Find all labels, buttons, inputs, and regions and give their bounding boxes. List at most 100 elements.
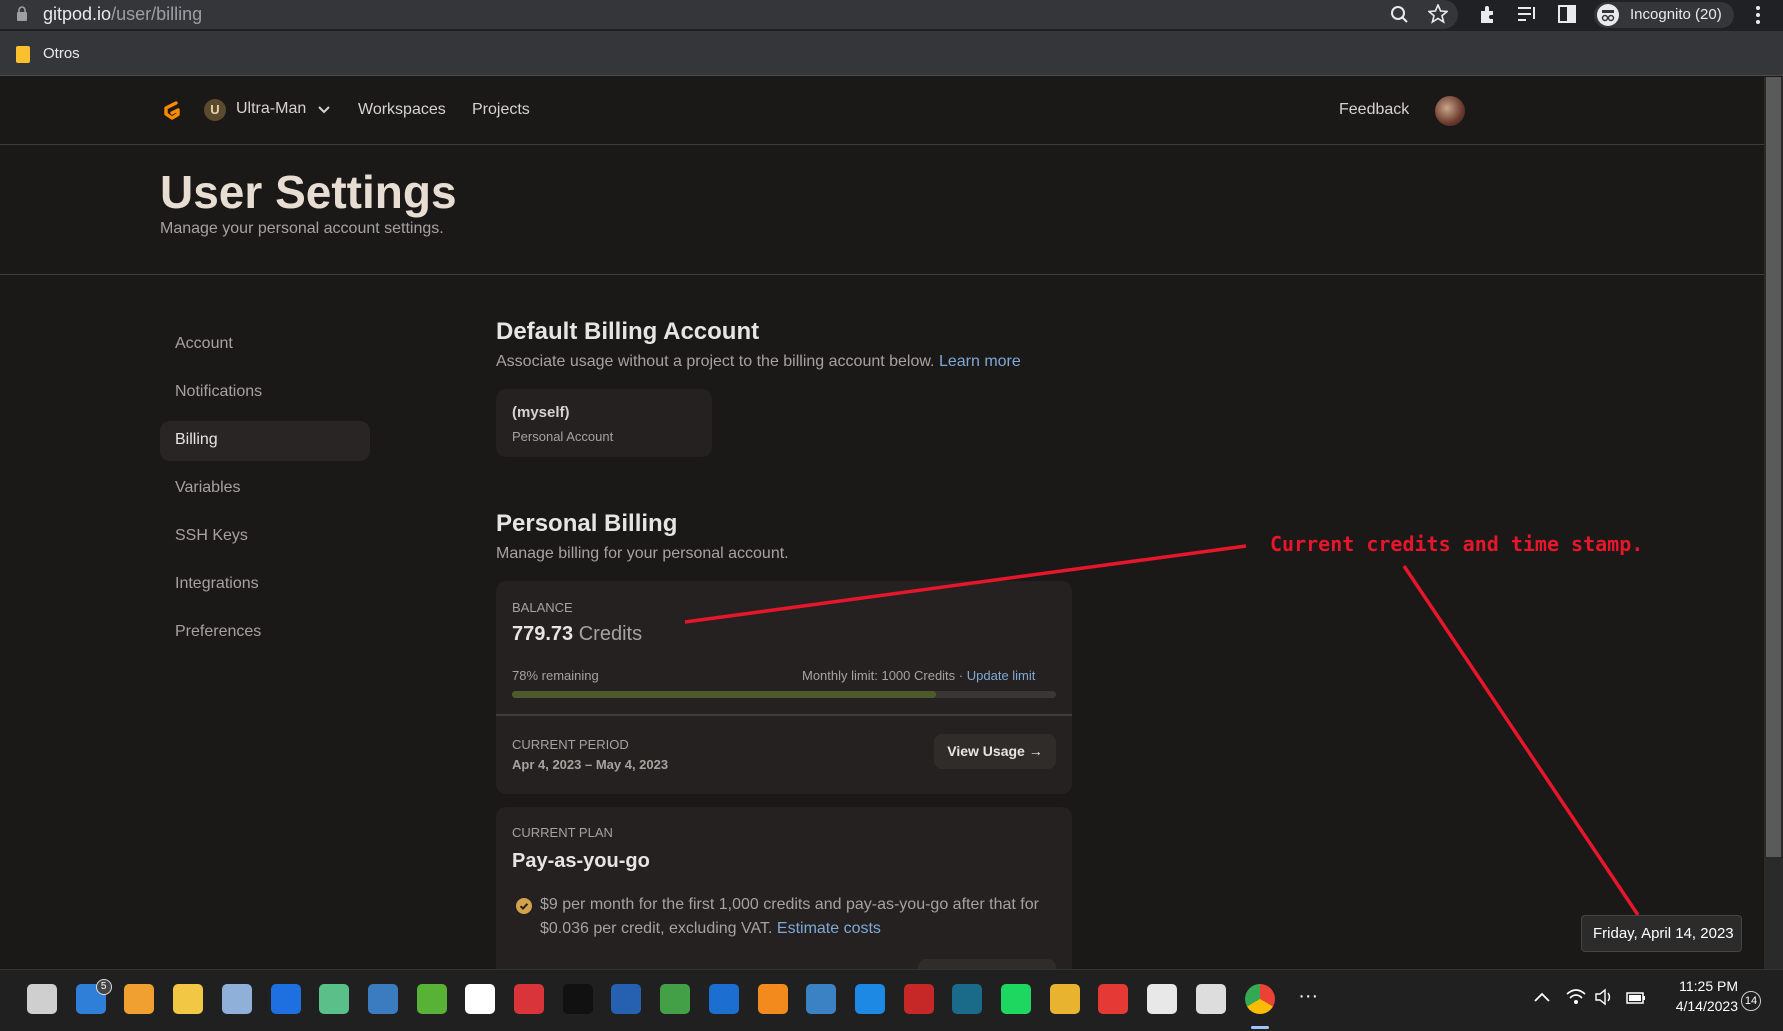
sidebar-item-notifications[interactable]: Notifications bbox=[160, 373, 370, 413]
task-view-icon[interactable] bbox=[27, 984, 57, 1014]
notification-count-badge[interactable]: 14 bbox=[1741, 991, 1761, 1011]
sidebar-item-integrations[interactable]: Integrations bbox=[160, 565, 370, 605]
wifi-icon[interactable] bbox=[1565, 987, 1587, 1007]
page-scrollbar[interactable] bbox=[1764, 77, 1783, 969]
date-tooltip: Friday, April 14, 2023 bbox=[1581, 915, 1742, 952]
more-icon[interactable]: ··· bbox=[1293, 984, 1324, 1014]
chevron-up-icon[interactable] bbox=[1534, 992, 1550, 1002]
page-title: User Settings bbox=[160, 166, 457, 218]
balance-display: 779.73 Credits bbox=[512, 623, 642, 646]
page-subtitle: Manage your personal account settings. bbox=[160, 220, 444, 237]
remote-desktop-icon[interactable] bbox=[124, 984, 155, 1014]
clock-time: 11:25 PM bbox=[1679, 978, 1738, 994]
billing-account-type: Personal Account bbox=[512, 429, 614, 444]
plan-description-line2-text: $0.036 per credit, excluding VAT. bbox=[540, 920, 773, 937]
address-bar[interactable]: gitpod.io/user/billing bbox=[0, 0, 1458, 29]
incognito-icon bbox=[1597, 4, 1619, 26]
terminal-icon[interactable] bbox=[562, 984, 593, 1014]
learn-more-link[interactable]: Learn more bbox=[939, 353, 1021, 370]
git-icon[interactable] bbox=[1098, 984, 1129, 1014]
org-avatar: U bbox=[204, 99, 226, 121]
scrollbar-thumb[interactable] bbox=[1766, 77, 1781, 857]
plan-name: Pay-as-you-go bbox=[512, 850, 650, 872]
gitpod-app: U Ultra-Man Workspaces Projects Feedback… bbox=[0, 77, 1764, 977]
sidebar-item-ssh-keys[interactable]: SSH Keys bbox=[160, 517, 370, 557]
winamp-icon[interactable] bbox=[1049, 984, 1080, 1014]
taskbar-clock[interactable]: 11:25 PM 4/14/2023 bbox=[1660, 978, 1738, 1014]
page-header: User Settings Manage your personal accou… bbox=[0, 145, 1764, 275]
remaining-text: 78% remaining bbox=[512, 668, 599, 683]
update-limit-link[interactable]: Update limit bbox=[967, 668, 1036, 683]
photos-icon[interactable] bbox=[221, 984, 252, 1014]
edge-dev-icon[interactable] bbox=[806, 984, 837, 1014]
sidebar-item-label: Preferences bbox=[175, 623, 262, 640]
period-label: CURRENT PERIOD bbox=[512, 737, 629, 752]
file-explorer-icon[interactable] bbox=[173, 984, 204, 1014]
intellij-icon[interactable] bbox=[952, 984, 983, 1014]
extensions-icon[interactable] bbox=[1477, 4, 1497, 24]
shark-icon[interactable] bbox=[708, 984, 739, 1014]
sidebar-item-preferences[interactable]: Preferences bbox=[160, 613, 370, 653]
org-name: Ultra-Man bbox=[236, 100, 307, 117]
profile-button[interactable]: Incognito (20) bbox=[1594, 2, 1734, 28]
sidebar-item-label: Billing bbox=[175, 431, 218, 448]
sidebar-item-billing[interactable]: Billing bbox=[160, 421, 370, 461]
sidebar-item-account[interactable]: Account bbox=[160, 325, 370, 365]
url-path: /user/billing bbox=[111, 4, 203, 24]
user-avatar[interactable] bbox=[1435, 96, 1465, 126]
sidebar-item-label: Notifications bbox=[175, 383, 263, 400]
nordvpn-icon[interactable] bbox=[465, 984, 496, 1014]
url-host: gitpod.io bbox=[43, 4, 112, 24]
nav-link-projects[interactable]: Projects bbox=[472, 101, 530, 119]
vim-icon[interactable] bbox=[660, 984, 691, 1014]
python-icon[interactable] bbox=[367, 984, 398, 1014]
billing-account-card[interactable]: (myself) Personal Account bbox=[496, 389, 712, 457]
atom-icon[interactable] bbox=[319, 984, 350, 1014]
default-billing-description: Associate usage without a project to the… bbox=[496, 353, 1021, 371]
chrome-menu-icon[interactable] bbox=[1755, 5, 1761, 25]
credits-progress-fill bbox=[512, 691, 937, 698]
default-billing-heading: Default Billing Account bbox=[496, 318, 760, 345]
bookmark-star-icon[interactable] bbox=[1428, 4, 1448, 24]
sidebar-item-label: Variables bbox=[175, 479, 241, 496]
nav-link-workspaces[interactable]: Workspaces bbox=[358, 101, 446, 119]
filezilla-icon[interactable] bbox=[903, 984, 934, 1014]
view-usage-button[interactable]: View Usage → bbox=[934, 734, 1056, 769]
monthly-limit-row: Monthly limit: 1000 Credits · Update lim… bbox=[802, 668, 1035, 683]
balance-value: 779.73 bbox=[512, 623, 574, 645]
clock-date: 4/14/2023 bbox=[1675, 998, 1738, 1014]
side-panel-icon[interactable] bbox=[1558, 5, 1576, 23]
sidebar-item-label: Integrations bbox=[175, 575, 259, 592]
zoom-icon[interactable] bbox=[1390, 5, 1409, 24]
chrome-icon[interactable] bbox=[1244, 984, 1275, 1014]
utorrent-icon[interactable] bbox=[416, 984, 447, 1014]
lock-icon bbox=[17, 6, 27, 21]
chevron-down-icon bbox=[318, 106, 330, 114]
slack-icon[interactable] bbox=[1147, 984, 1178, 1014]
sidebar-item-variables[interactable]: Variables bbox=[160, 469, 370, 509]
windows-taskbar: 5 ··· 11:25 PM 4/14/2023 14 bbox=[0, 969, 1783, 1031]
reading-list-icon[interactable] bbox=[1517, 5, 1537, 23]
estimate-costs-link[interactable]: Estimate costs bbox=[777, 920, 881, 937]
dropbox-icon[interactable] bbox=[270, 984, 301, 1014]
plan-description-line1: $9 per month for the first 1,000 credits… bbox=[540, 896, 1039, 913]
balance-card: BALANCE 779.73 Credits 78% remaining Mon… bbox=[496, 581, 1072, 794]
monthly-limit-text: Monthly limit: 1000 Credits · bbox=[802, 668, 964, 683]
filezilla-z-icon[interactable] bbox=[514, 984, 544, 1014]
sublime-icon[interactable] bbox=[757, 984, 788, 1014]
vscode-icon[interactable] bbox=[854, 984, 885, 1014]
sidebar-item-label: Account bbox=[175, 335, 233, 352]
org-switcher[interactable]: U Ultra-Man bbox=[202, 97, 332, 125]
billing-account-name: (myself) bbox=[512, 404, 570, 421]
gitpod-logo-icon[interactable] bbox=[160, 99, 184, 123]
plan-label: CURRENT PLAN bbox=[512, 825, 613, 840]
feedback-link[interactable]: Feedback bbox=[1339, 101, 1409, 119]
ascgen-icon[interactable] bbox=[1195, 984, 1226, 1014]
volume-icon[interactable] bbox=[1594, 988, 1614, 1006]
powershell-icon[interactable] bbox=[611, 984, 642, 1014]
plan-card: CURRENT PLAN Pay-as-you-go $9 per month … bbox=[496, 807, 1072, 977]
spotify-icon[interactable] bbox=[1001, 984, 1031, 1014]
folder-icon bbox=[16, 46, 30, 63]
battery-icon[interactable] bbox=[1625, 988, 1647, 1006]
active-app-indicator bbox=[1250, 1026, 1269, 1029]
